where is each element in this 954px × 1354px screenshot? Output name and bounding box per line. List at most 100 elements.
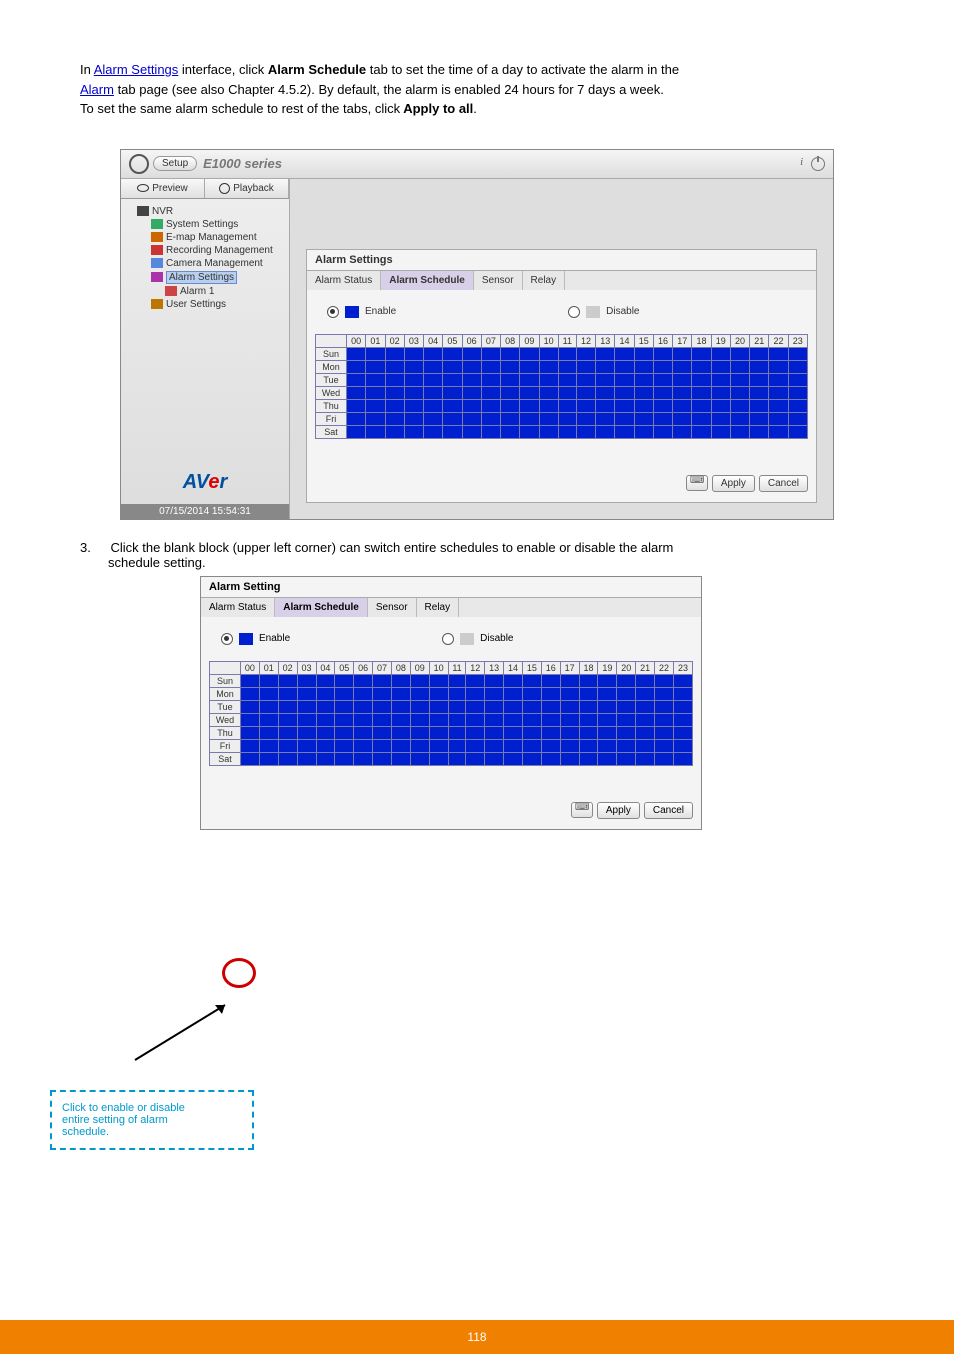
tree-user-settings[interactable]: User Settings xyxy=(123,298,287,311)
tree-alarm1[interactable]: Alarm 1 xyxy=(123,285,287,298)
schedule-cell[interactable] xyxy=(259,674,278,687)
schedule-cell[interactable] xyxy=(385,360,404,373)
schedule-cell[interactable] xyxy=(278,687,297,700)
schedule-cell[interactable] xyxy=(634,360,653,373)
schedule-cell[interactable] xyxy=(404,412,423,425)
schedule-cell[interactable] xyxy=(485,700,504,713)
tree-emap[interactable]: E-map Management xyxy=(123,231,287,244)
schedule-cell[interactable] xyxy=(617,726,636,739)
schedule-cell[interactable] xyxy=(750,399,769,412)
schedule-cell[interactable] xyxy=(541,726,560,739)
schedule-cell[interactable] xyxy=(429,687,448,700)
schedule-cell[interactable] xyxy=(655,713,674,726)
schedule-cell[interactable] xyxy=(673,412,692,425)
schedule-cell[interactable] xyxy=(410,700,429,713)
tab-playback[interactable]: Playback xyxy=(205,179,289,198)
schedule-cell[interactable] xyxy=(347,412,366,425)
schedule-cell[interactable] xyxy=(404,399,423,412)
schedule-cell[interactable] xyxy=(615,373,634,386)
schedule-cell[interactable] xyxy=(347,347,366,360)
schedule-cell[interactable] xyxy=(560,674,579,687)
schedule-cell[interactable] xyxy=(522,726,541,739)
schedule-cell[interactable] xyxy=(241,752,260,765)
schedule-cell[interactable] xyxy=(576,425,595,438)
schedule-cell[interactable] xyxy=(501,347,520,360)
schedule-cell[interactable] xyxy=(297,687,316,700)
schedule-cell[interactable] xyxy=(466,739,485,752)
schedule-cell[interactable] xyxy=(750,425,769,438)
schedule-cell[interactable] xyxy=(579,700,598,713)
schedule-cell[interactable] xyxy=(466,674,485,687)
schedule-cell[interactable] xyxy=(520,373,539,386)
schedule-cell[interactable] xyxy=(392,713,411,726)
radio-disable[interactable] xyxy=(568,306,580,318)
schedule-cell[interactable] xyxy=(634,347,653,360)
schedule-cell[interactable] xyxy=(373,713,392,726)
schedule-cell[interactable] xyxy=(769,425,788,438)
schedule-cell[interactable] xyxy=(448,687,466,700)
schedule-cell[interactable] xyxy=(501,360,520,373)
schedule-cell[interactable] xyxy=(558,347,576,360)
cancel-button-2[interactable]: Cancel xyxy=(644,802,693,819)
schedule-cell[interactable] xyxy=(673,687,692,700)
schedule-cell[interactable] xyxy=(466,726,485,739)
schedule-cell[interactable] xyxy=(501,373,520,386)
schedule-cell[interactable] xyxy=(655,674,674,687)
schedule-cell[interactable] xyxy=(316,752,335,765)
schedule-cell[interactable] xyxy=(366,425,385,438)
schedule-cell[interactable] xyxy=(617,752,636,765)
schedule-cell[interactable] xyxy=(504,752,523,765)
schedule-cell[interactable] xyxy=(462,412,481,425)
schedule-cell[interactable] xyxy=(278,713,297,726)
schedule-cell[interactable] xyxy=(692,347,711,360)
schedule-cell[interactable] xyxy=(541,687,560,700)
schedule-cell[interactable] xyxy=(404,360,423,373)
schedule-cell[interactable] xyxy=(673,425,692,438)
schedule-cell[interactable] xyxy=(297,700,316,713)
schedule-cell[interactable] xyxy=(278,739,297,752)
schedule-cell[interactable] xyxy=(335,687,354,700)
schedule-cell[interactable] xyxy=(373,687,392,700)
schedule-cell[interactable] xyxy=(636,687,655,700)
schedule-cell[interactable] xyxy=(259,713,278,726)
schedule-cell[interactable] xyxy=(410,752,429,765)
schedule-cell[interactable] xyxy=(692,412,711,425)
schedule-cell[interactable] xyxy=(443,347,462,360)
schedule-cell[interactable] xyxy=(769,412,788,425)
schedule-cell[interactable] xyxy=(347,386,366,399)
schedule-cell[interactable] xyxy=(429,739,448,752)
schedule-cell[interactable] xyxy=(636,739,655,752)
schedule-cell[interactable] xyxy=(410,674,429,687)
schedule-cell[interactable] xyxy=(404,347,423,360)
schedule-cell[interactable] xyxy=(673,674,692,687)
schedule-cell[interactable] xyxy=(788,399,807,412)
schedule-cell[interactable] xyxy=(579,687,598,700)
schedule-cell[interactable] xyxy=(259,687,278,700)
schedule-cell[interactable] xyxy=(673,347,692,360)
schedule-cell[interactable] xyxy=(462,360,481,373)
schedule-cell[interactable] xyxy=(385,347,404,360)
schedule-cell[interactable] xyxy=(653,412,672,425)
schedule-cell[interactable] xyxy=(501,386,520,399)
schedule-cell[interactable] xyxy=(673,726,692,739)
schedule-cell[interactable] xyxy=(504,726,523,739)
schedule-cell[interactable] xyxy=(366,373,385,386)
schedule-cell[interactable] xyxy=(354,674,373,687)
schedule-cell[interactable] xyxy=(655,726,674,739)
schedule-cell[interactable] xyxy=(576,412,595,425)
schedule-cell[interactable] xyxy=(462,373,481,386)
setup-button[interactable]: Setup xyxy=(153,156,197,171)
schedule-cell[interactable] xyxy=(485,687,504,700)
schedule-cell[interactable] xyxy=(558,412,576,425)
schedule-cell[interactable] xyxy=(373,700,392,713)
schedule-cell[interactable] xyxy=(539,373,558,386)
schedule-cell[interactable] xyxy=(788,412,807,425)
tree-recording[interactable]: Recording Management xyxy=(123,244,287,257)
schedule-cell[interactable] xyxy=(769,399,788,412)
schedule-cell[interactable] xyxy=(730,399,749,412)
schedule-cell[interactable] xyxy=(634,373,653,386)
schedule-cell[interactable] xyxy=(443,425,462,438)
schedule-cell[interactable] xyxy=(443,386,462,399)
schedule-cell[interactable] xyxy=(466,752,485,765)
schedule-cell[interactable] xyxy=(443,399,462,412)
